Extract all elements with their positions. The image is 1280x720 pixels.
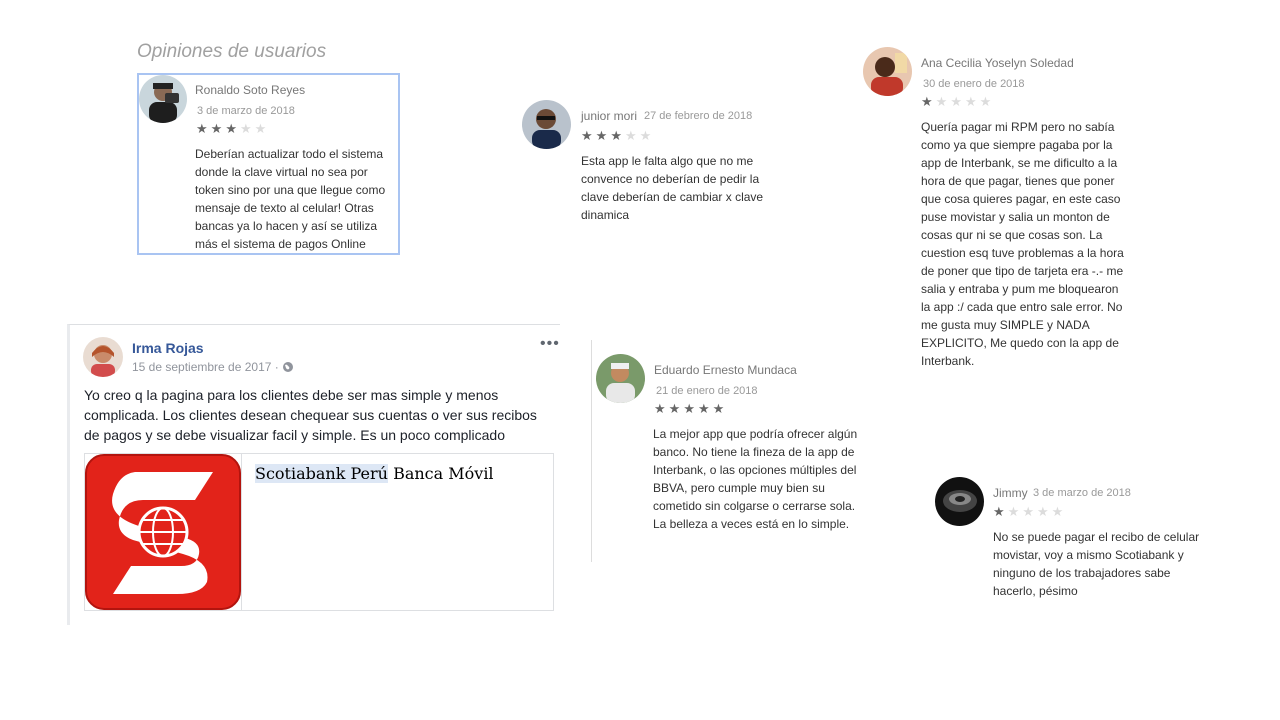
star-icon: ★	[668, 401, 684, 416]
star-icon: ★	[993, 504, 1008, 519]
star-icon: ★	[1007, 504, 1023, 519]
more-options-icon[interactable]: •••	[540, 335, 560, 353]
scotiabank-logo-icon	[85, 454, 241, 610]
star-icon: ★	[581, 128, 596, 143]
link-title[interactable]: Scotiabank Perú Banca Móvil	[255, 464, 494, 483]
review-card: junior mori 27 de febrero de 2018 ★★★★★ …	[522, 100, 772, 230]
star-icon: ★	[683, 401, 698, 416]
reviewer-name: Ronaldo Soto Reyes	[195, 83, 306, 97]
avatar	[935, 477, 984, 526]
avatar[interactable]	[83, 337, 123, 377]
star-icon: ★	[639, 128, 655, 143]
star-icon: ★	[712, 401, 728, 416]
star-rating: ★★★★★	[921, 95, 994, 108]
star-icon: ★	[950, 94, 965, 109]
star-icon: ★	[624, 128, 640, 143]
star-icon: ★	[935, 94, 951, 109]
star-rating: ★★★★★	[993, 505, 1066, 518]
poster-name-link[interactable]: Irma Rojas	[132, 340, 204, 356]
review-date: 30 de enero de 2018	[923, 78, 1025, 90]
link-divider	[241, 454, 242, 610]
review-text: Esta app le falta algo que no me convenc…	[581, 154, 764, 222]
section-title: Opiniones de usuarios	[137, 41, 327, 62]
star-icon: ★	[1051, 504, 1067, 519]
star-rating: ★★★★★	[654, 402, 727, 415]
review-text: No se puede pagar el recibo de celular m…	[993, 530, 1200, 598]
star-icon: ★	[210, 121, 226, 136]
star-icon: ★	[196, 121, 211, 136]
star-icon: ★	[239, 121, 255, 136]
star-icon: ★	[1036, 504, 1052, 519]
globe-icon	[282, 361, 294, 376]
review-date: 3 de marzo de 2018	[197, 105, 295, 117]
review-card: Jimmy 3 de marzo de 2018 ★★★★★ No se pue…	[935, 477, 1210, 602]
star-icon: ★	[921, 94, 936, 109]
reviewer-name: Ana Cecilia Yoselyn Soledad	[921, 56, 1074, 70]
star-rating: ★★★★★	[581, 129, 654, 142]
review-date: 21 de enero de 2018	[656, 385, 758, 397]
review-card: Eduardo Ernesto Mundaca 21 de enero de 2…	[596, 354, 866, 539]
review-card: Ana Cecilia Yoselyn Soledad 30 de enero …	[863, 47, 1133, 372]
review-card-highlighted[interactable]: Ronaldo Soto Reyes 3 de marzo de 2018 ★★…	[137, 73, 400, 255]
reviewer-name: Jimmy	[993, 486, 1028, 500]
avatar	[596, 354, 645, 403]
link-preview[interactable]: Scotiabank Perú Banca Móvil	[84, 453, 554, 611]
star-rating: ★★★★★	[196, 122, 269, 135]
star-icon: ★	[595, 128, 611, 143]
star-icon: ★	[697, 401, 713, 416]
star-icon: ★	[979, 94, 995, 109]
avatar	[522, 100, 571, 149]
avatar	[863, 47, 912, 96]
review-date: 3 de marzo de 2018	[1033, 487, 1131, 499]
star-icon: ★	[225, 121, 240, 136]
star-icon: ★	[1022, 504, 1037, 519]
facebook-post: Irma Rojas 15 de septiembre de 2017 · ••…	[67, 324, 560, 625]
column-divider	[591, 340, 592, 562]
star-icon: ★	[964, 94, 980, 109]
star-icon: ★	[254, 121, 270, 136]
review-text: Deberían actualizar todo el sistema dond…	[195, 147, 386, 251]
review-text: La mejor app que podría ofrecer algún ba…	[653, 427, 858, 531]
star-icon: ★	[610, 128, 625, 143]
review-text: Quería pagar mi RPM pero no sabía como y…	[921, 120, 1124, 368]
star-icon: ★	[654, 401, 669, 416]
avatar	[139, 75, 187, 123]
review-date: 27 de febrero de 2018	[644, 110, 753, 122]
post-date[interactable]: 15 de septiembre de 2017 ·	[132, 360, 294, 376]
post-text: Yo creo q la pagina para los clientes de…	[84, 387, 537, 443]
reviewer-name: junior mori	[581, 109, 638, 123]
reviewer-name: Eduardo Ernesto Mundaca	[654, 363, 797, 377]
